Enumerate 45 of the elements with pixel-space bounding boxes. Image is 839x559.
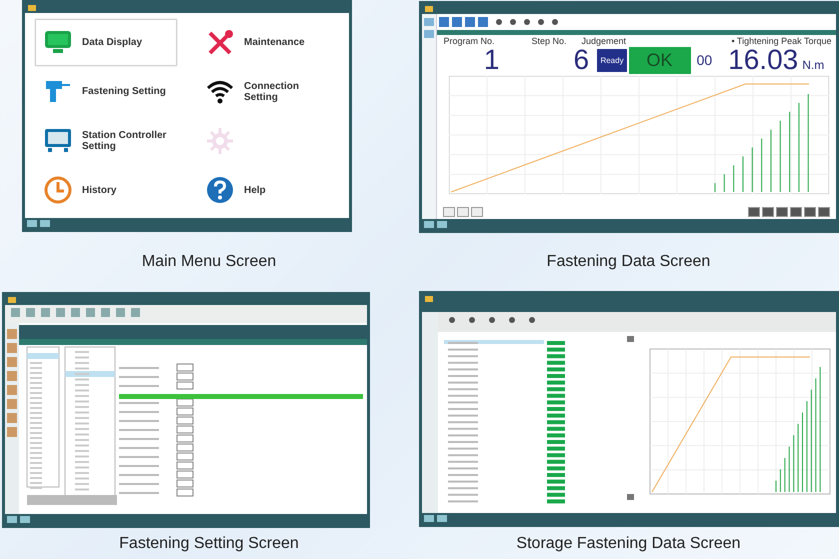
- menu-item[interactable]: Data Display: [35, 19, 177, 66]
- result-code: 00: [696, 52, 712, 68]
- app-icon: [8, 297, 16, 303]
- program-number: 1: [484, 46, 500, 74]
- toolbar-icon[interactable]: [439, 17, 450, 27]
- tools-icon: [206, 28, 234, 57]
- toolbar-icon[interactable]: [552, 19, 558, 25]
- screen-caption: Main Menu Screen: [142, 253, 276, 271]
- toolbar-icon[interactable]: [524, 19, 530, 25]
- help-icon: [206, 176, 234, 204]
- chart-button[interactable]: [748, 207, 760, 217]
- step-number: 6: [573, 46, 590, 74]
- menu-item[interactable]: Fastening Setting: [35, 68, 177, 116]
- screen-caption: Fastening Data Screen: [546, 253, 710, 271]
- chart-button[interactable]: [776, 207, 788, 217]
- menu-item[interactable]: Connection Setting: [197, 68, 339, 116]
- menu-item[interactable]: History: [35, 166, 177, 214]
- toolbar-icon[interactable]: [478, 17, 488, 27]
- toolbar-icon[interactable]: [510, 19, 516, 25]
- toolbar-icon[interactable]: [538, 19, 544, 25]
- judgement-label: Judgement: [581, 36, 627, 46]
- menu-item[interactable]: Station Controller Setting: [35, 118, 177, 165]
- gear-icon: [206, 127, 234, 156]
- app-icon: [424, 6, 432, 12]
- toolbar-icon[interactable]: [452, 17, 462, 27]
- app-icon: [424, 296, 432, 302]
- toolbar-icon[interactable]: [465, 17, 476, 27]
- program-label: Program No.: [443, 36, 496, 46]
- torque-unit: N.m: [802, 58, 824, 72]
- chart-button[interactable]: [790, 207, 802, 217]
- chart-button[interactable]: [818, 207, 830, 217]
- ready-status: Ready: [597, 48, 627, 72]
- menu-item[interactable]: Help: [197, 166, 339, 214]
- menu-item[interactable]: Maintenance: [197, 19, 339, 66]
- app-icon: [28, 5, 36, 11]
- chart-button[interactable]: [762, 207, 774, 217]
- chart-button[interactable]: [804, 207, 816, 217]
- torque-value: 16.03: [728, 46, 798, 74]
- screen-caption: Fastening Setting Screen: [119, 534, 299, 552]
- clock-icon: [44, 176, 72, 204]
- torque-label: • Tightening Peak Torque: [731, 36, 832, 46]
- toolbar-icon[interactable]: [496, 19, 502, 25]
- step-label: Step No.: [531, 36, 568, 46]
- screen-caption: Storage Fastening Data Screen: [516, 534, 741, 552]
- ok-result: OK: [628, 46, 691, 74]
